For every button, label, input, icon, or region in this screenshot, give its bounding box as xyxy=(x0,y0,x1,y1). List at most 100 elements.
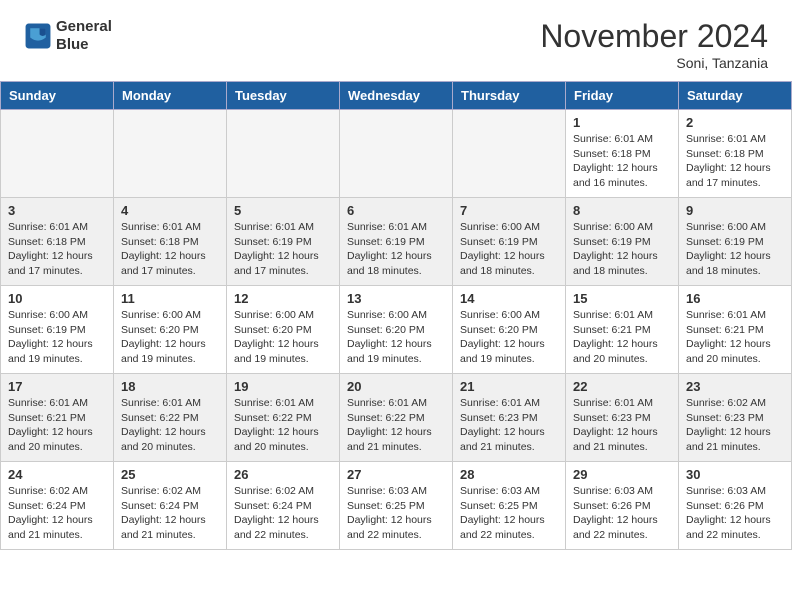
day-number: 15 xyxy=(573,291,671,306)
calendar-table: SundayMondayTuesdayWednesdayThursdayFrid… xyxy=(0,81,792,550)
day-info: Sunrise: 6:01 AM Sunset: 6:18 PM Dayligh… xyxy=(121,220,219,279)
day-number: 11 xyxy=(121,291,219,306)
calendar-day-cell: 23 Sunrise: 6:02 AM Sunset: 6:23 PM Dayli… xyxy=(679,374,792,462)
day-number: 26 xyxy=(234,467,332,482)
calendar-day-cell: 28 Sunrise: 6:03 AM Sunset: 6:25 PM Dayli… xyxy=(453,462,566,550)
calendar-day-cell: 11 Sunrise: 6:00 AM Sunset: 6:20 PM Dayli… xyxy=(114,286,227,374)
day-info: Sunrise: 6:01 AM Sunset: 6:23 PM Dayligh… xyxy=(573,396,671,455)
calendar-week-row: 17 Sunrise: 6:01 AM Sunset: 6:21 PM Dayli… xyxy=(1,374,792,462)
day-number: 29 xyxy=(573,467,671,482)
calendar-day-cell: 19 Sunrise: 6:01 AM Sunset: 6:22 PM Dayli… xyxy=(227,374,340,462)
day-info: Sunrise: 6:00 AM Sunset: 6:19 PM Dayligh… xyxy=(8,308,106,367)
day-number: 5 xyxy=(234,203,332,218)
day-info: Sunrise: 6:00 AM Sunset: 6:19 PM Dayligh… xyxy=(573,220,671,279)
calendar-day-cell: 30 Sunrise: 6:03 AM Sunset: 6:26 PM Dayli… xyxy=(679,462,792,550)
calendar-day-cell: 6 Sunrise: 6:01 AM Sunset: 6:19 PM Daylig… xyxy=(340,198,453,286)
day-info: Sunrise: 6:02 AM Sunset: 6:24 PM Dayligh… xyxy=(121,484,219,543)
day-number: 7 xyxy=(460,203,558,218)
day-info: Sunrise: 6:01 AM Sunset: 6:21 PM Dayligh… xyxy=(686,308,784,367)
month-year-title: November 2024 xyxy=(540,18,768,55)
calendar-day-cell: 13 Sunrise: 6:00 AM Sunset: 6:20 PM Dayli… xyxy=(340,286,453,374)
calendar-day-cell: 26Sunrise: 6:02 AM Sunset: 6:24 PM Dayli… xyxy=(227,462,340,550)
calendar-day-cell xyxy=(114,110,227,198)
location-subtitle: Soni, Tanzania xyxy=(540,55,768,71)
day-info: Sunrise: 6:00 AM Sunset: 6:20 PM Dayligh… xyxy=(347,308,445,367)
day-number: 25 xyxy=(121,467,219,482)
day-info: Sunrise: 6:01 AM Sunset: 6:22 PM Dayligh… xyxy=(234,396,332,455)
calendar-day-cell: 10 Sunrise: 6:00 AM Sunset: 6:19 PM Dayli… xyxy=(1,286,114,374)
weekday-header: Thursday xyxy=(453,82,566,110)
calendar-day-cell xyxy=(1,110,114,198)
day-info: Sunrise: 6:01 AM Sunset: 6:22 PM Dayligh… xyxy=(121,396,219,455)
day-number: 21 xyxy=(460,379,558,394)
day-number: 28 xyxy=(460,467,558,482)
calendar-day-cell: 16 Sunrise: 6:01 AM Sunset: 6:21 PM Dayli… xyxy=(679,286,792,374)
day-info: Sunrise: 6:01 AM Sunset: 6:22 PM Dayligh… xyxy=(347,396,445,455)
logo-text: General Blue xyxy=(56,18,112,54)
day-info: Sunrise: 6:00 AM Sunset: 6:19 PM Dayligh… xyxy=(686,220,784,279)
calendar-day-cell: 20 Sunrise: 6:01 AM Sunset: 6:22 PM Dayli… xyxy=(340,374,453,462)
day-info: Sunrise: 6:01 AM Sunset: 6:19 PM Dayligh… xyxy=(347,220,445,279)
day-number: 30 xyxy=(686,467,784,482)
day-number: 17 xyxy=(8,379,106,394)
calendar-week-row: 10 Sunrise: 6:00 AM Sunset: 6:19 PM Dayli… xyxy=(1,286,792,374)
calendar-week-row: 3 Sunrise: 6:01 AM Sunset: 6:18 PM Daylig… xyxy=(1,198,792,286)
day-info: Sunrise: 6:03 AM Sunset: 6:25 PM Dayligh… xyxy=(347,484,445,543)
calendar-day-cell: 29 Sunrise: 6:03 AM Sunset: 6:26 PM Dayli… xyxy=(566,462,679,550)
weekday-header: Tuesday xyxy=(227,82,340,110)
day-info: Sunrise: 6:02 AM Sunset: 6:24 PM Dayligh… xyxy=(8,484,106,543)
day-info: Sunrise: 6:01 AM Sunset: 6:21 PM Dayligh… xyxy=(573,308,671,367)
day-info: Sunrise: 6:00 AM Sunset: 6:20 PM Dayligh… xyxy=(460,308,558,367)
day-number: 3 xyxy=(8,203,106,218)
calendar-week-row: 24 Sunrise: 6:02 AM Sunset: 6:24 PM Dayli… xyxy=(1,462,792,550)
calendar-day-cell: 21 Sunrise: 6:01 AM Sunset: 6:23 PM Dayli… xyxy=(453,374,566,462)
calendar-day-cell: 4Sunrise: 6:01 AM Sunset: 6:18 PM Daylig… xyxy=(114,198,227,286)
day-number: 13 xyxy=(347,291,445,306)
day-number: 10 xyxy=(8,291,106,306)
day-info: Sunrise: 6:03 AM Sunset: 6:25 PM Dayligh… xyxy=(460,484,558,543)
day-number: 22 xyxy=(573,379,671,394)
weekday-header: Friday xyxy=(566,82,679,110)
day-info: Sunrise: 6:00 AM Sunset: 6:20 PM Dayligh… xyxy=(121,308,219,367)
calendar-day-cell: 14 Sunrise: 6:00 AM Sunset: 6:20 PM Dayli… xyxy=(453,286,566,374)
day-number: 16 xyxy=(686,291,784,306)
day-info: Sunrise: 6:02 AM Sunset: 6:23 PM Dayligh… xyxy=(686,396,784,455)
day-number: 6 xyxy=(347,203,445,218)
day-number: 1 xyxy=(573,115,671,130)
calendar-day-cell: 9 Sunrise: 6:00 AM Sunset: 6:19 PM Daylig… xyxy=(679,198,792,286)
calendar-day-cell: 5Sunrise: 6:01 AM Sunset: 6:19 PM Daylig… xyxy=(227,198,340,286)
day-number: 24 xyxy=(8,467,106,482)
weekday-header: Wednesday xyxy=(340,82,453,110)
day-number: 19 xyxy=(234,379,332,394)
day-number: 23 xyxy=(686,379,784,394)
day-number: 2 xyxy=(686,115,784,130)
day-info: Sunrise: 6:01 AM Sunset: 6:18 PM Dayligh… xyxy=(573,132,671,191)
calendar-day-cell xyxy=(340,110,453,198)
calendar-day-cell: 18 Sunrise: 6:01 AM Sunset: 6:22 PM Dayli… xyxy=(114,374,227,462)
day-number: 9 xyxy=(686,203,784,218)
calendar-day-cell: 25 Sunrise: 6:02 AM Sunset: 6:24 PM Dayli… xyxy=(114,462,227,550)
calendar-day-cell: 8 Sunrise: 6:00 AM Sunset: 6:19 PM Daylig… xyxy=(566,198,679,286)
day-number: 14 xyxy=(460,291,558,306)
day-number: 18 xyxy=(121,379,219,394)
logo: General Blue xyxy=(24,18,112,54)
calendar-week-row: 1 Sunrise: 6:01 AM Sunset: 6:18 PM Daylig… xyxy=(1,110,792,198)
calendar-day-cell: 15 Sunrise: 6:01 AM Sunset: 6:21 PM Dayli… xyxy=(566,286,679,374)
day-info: Sunrise: 6:03 AM Sunset: 6:26 PM Dayligh… xyxy=(573,484,671,543)
weekday-header: Saturday xyxy=(679,82,792,110)
weekday-header-row: SundayMondayTuesdayWednesdayThursdayFrid… xyxy=(1,82,792,110)
day-info: Sunrise: 6:03 AM Sunset: 6:26 PM Dayligh… xyxy=(686,484,784,543)
calendar-day-cell: 7 Sunrise: 6:00 AM Sunset: 6:19 PM Daylig… xyxy=(453,198,566,286)
calendar-day-cell: 22 Sunrise: 6:01 AM Sunset: 6:23 PM Dayli… xyxy=(566,374,679,462)
day-info: Sunrise: 6:00 AM Sunset: 6:19 PM Dayligh… xyxy=(460,220,558,279)
day-info: Sunrise: 6:01 AM Sunset: 6:21 PM Dayligh… xyxy=(8,396,106,455)
calendar-day-cell: 27Sunrise: 6:03 AM Sunset: 6:25 PM Dayli… xyxy=(340,462,453,550)
day-number: 20 xyxy=(347,379,445,394)
day-number: 8 xyxy=(573,203,671,218)
weekday-header: Sunday xyxy=(1,82,114,110)
day-info: Sunrise: 6:01 AM Sunset: 6:23 PM Dayligh… xyxy=(460,396,558,455)
page-header: General Blue November 2024 Soni, Tanzani… xyxy=(0,0,792,81)
weekday-header: Monday xyxy=(114,82,227,110)
day-info: Sunrise: 6:00 AM Sunset: 6:20 PM Dayligh… xyxy=(234,308,332,367)
calendar-day-cell: 24 Sunrise: 6:02 AM Sunset: 6:24 PM Dayli… xyxy=(1,462,114,550)
